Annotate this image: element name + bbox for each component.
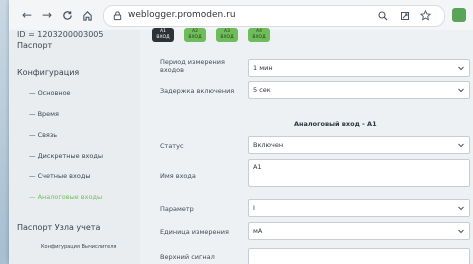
period-label: Период измерения входов — [160, 58, 225, 74]
channel-a1-sub: ВХОД — [156, 35, 170, 40]
channel-a4-sub: ВХОД — [252, 35, 266, 40]
status-value: Включен — [253, 141, 284, 149]
sidebar-node-passport[interactable]: Паспорт Узла учета — [17, 223, 100, 232]
delay-select[interactable]: 5 сек — [248, 81, 470, 99]
chevron-down-icon — [458, 229, 464, 234]
unit-select[interactable]: мА — [248, 222, 470, 240]
signal-select[interactable] — [248, 248, 470, 264]
device-id: ID = 1203200003005 — [17, 30, 104, 39]
period-select[interactable]: 1 мин — [248, 59, 470, 77]
reload-button[interactable] — [59, 7, 75, 23]
chevron-down-icon — [458, 143, 464, 148]
param-label: Параметр — [160, 205, 194, 213]
url-text: weblogger.promoden.ru — [128, 10, 236, 20]
channel-a4-button[interactable]: A4 ВХОД — [248, 28, 270, 42]
sidebar-passport[interactable]: Паспорт — [17, 41, 52, 50]
sidebar-config-title[interactable]: Конфигурация — [17, 68, 79, 77]
sidebar-item-connection[interactable]: — Связь — [29, 131, 57, 139]
extension-icon[interactable] — [452, 8, 466, 22]
home-button[interactable] — [79, 7, 95, 23]
name-input[interactable]: А1 — [248, 159, 470, 187]
main-content: A1 ВХОД A2 ВХОД A3 ВХОД A4 ВХОД Период и… — [140, 28, 473, 264]
sidebar: ID = 1203200003005 Паспорт Конфигурация … — [9, 30, 141, 264]
channel-a2-sub: ВХОД — [188, 35, 202, 40]
name-value: А1 — [253, 163, 262, 171]
sidebar-item-counter-inputs[interactable]: — Счетные входы — [29, 172, 90, 180]
name-label: Имя входа — [160, 172, 196, 180]
param-select[interactable]: I — [248, 199, 470, 217]
search-icon[interactable] — [376, 9, 389, 22]
back-button[interactable]: ← — [19, 7, 35, 23]
sidebar-item-time[interactable]: — Время — [29, 110, 59, 118]
reload-icon — [62, 10, 72, 20]
param-value: I — [253, 204, 255, 212]
browser-toolbar: ← → weblogger.promoden.ru — [9, 0, 473, 31]
sidebar-item-discrete-inputs[interactable]: — Дискретные входы — [29, 152, 103, 160]
signal-label: Верхний сигнал — [160, 253, 215, 261]
channel-a1-button[interactable]: A1 ВХОД — [152, 28, 174, 42]
period-value: 1 мин — [253, 64, 273, 72]
sidebar-node-config[interactable]: Конфигурация Вычислителя — [41, 244, 116, 250]
delay-value: 5 сек — [253, 86, 271, 94]
bookmark-star-icon[interactable] — [419, 9, 432, 22]
channel-a2-button[interactable]: A2 ВХОД — [184, 28, 206, 42]
home-icon — [82, 10, 92, 21]
unit-label: Единица измерения — [160, 228, 229, 236]
address-bar[interactable]: weblogger.promoden.ru — [103, 5, 445, 27]
channel-a3-button[interactable]: A3 ВХОД — [216, 28, 238, 42]
delay-label: Задержка включения — [160, 87, 235, 95]
chevron-down-icon — [458, 88, 464, 93]
site-info-icon[interactable] — [112, 10, 123, 21]
status-select[interactable]: Включен — [248, 136, 470, 154]
section-title: Аналоговый вход - А1 — [294, 120, 377, 128]
chevron-down-icon — [458, 66, 464, 71]
chevron-down-icon — [458, 206, 464, 211]
status-label: Статус — [160, 142, 184, 150]
forward-button[interactable]: → — [39, 7, 55, 23]
sidebar-item-analog-inputs[interactable]: — Аналоговые входы — [29, 193, 102, 201]
browser-window: ← → weblogger.promoden.ru ID = 120320000… — [9, 0, 473, 264]
channel-a3-sub: ВХОД — [220, 35, 234, 40]
sidebar-item-main[interactable]: — Основное — [29, 89, 71, 97]
share-icon[interactable] — [398, 9, 411, 22]
unit-value: мА — [253, 227, 263, 235]
